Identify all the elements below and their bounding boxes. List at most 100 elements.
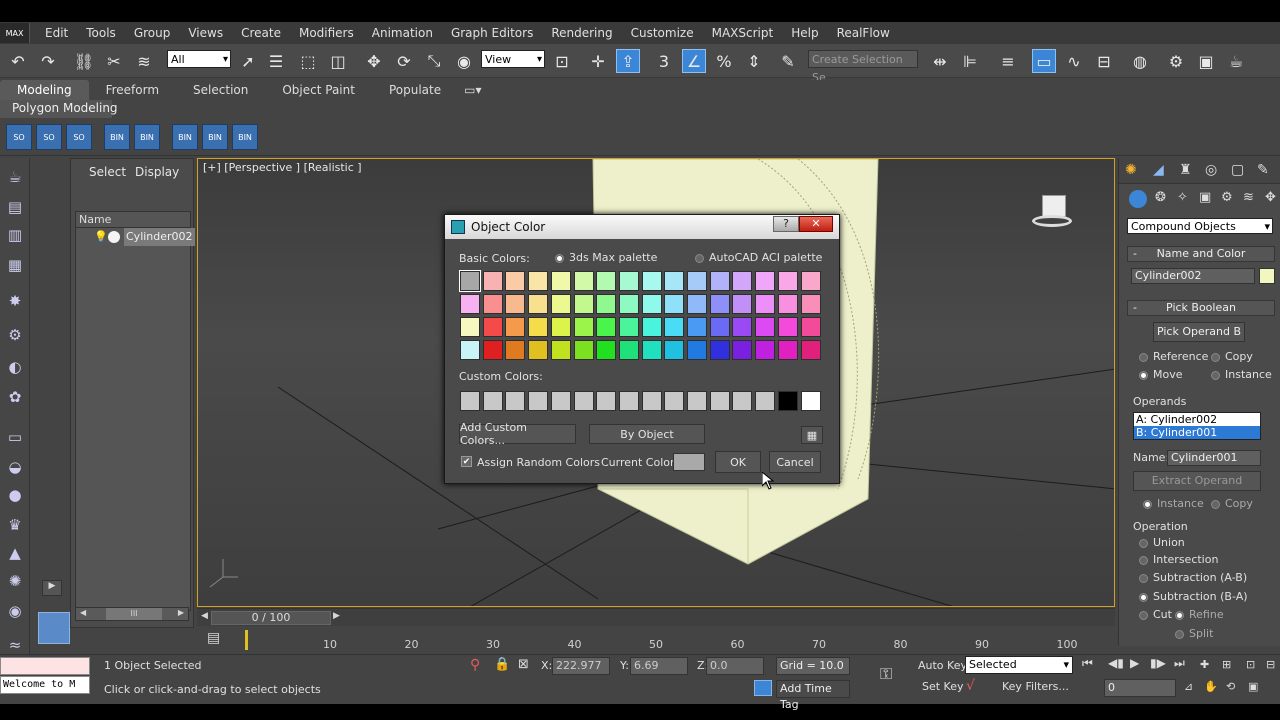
- basic-color-swatch[interactable]: [755, 294, 776, 314]
- basic-color-swatch[interactable]: [528, 271, 549, 291]
- selection-filter-select[interactable]: All: [167, 50, 231, 69]
- spinner-snap-icon[interactable]: ⇕: [742, 49, 766, 73]
- basic-color-swatch[interactable]: [528, 340, 549, 360]
- absolute-mode-icon[interactable]: ⊠: [518, 657, 529, 672]
- copy-radio[interactable]: Copy: [1211, 350, 1253, 363]
- ribbon-tool-icon[interactable]: SO: [66, 124, 92, 150]
- rendered-frame-icon[interactable]: ▣: [1194, 49, 1218, 73]
- time-tag-icon[interactable]: [754, 680, 772, 696]
- basic-color-swatch[interactable]: [777, 294, 798, 314]
- cancel-button[interactable]: Cancel: [769, 451, 821, 473]
- custom-color-swatch[interactable]: [641, 391, 662, 411]
- menu-rendering[interactable]: Rendering: [542, 22, 621, 44]
- cameras-icon[interactable]: ▣: [1199, 190, 1211, 205]
- tool-icon[interactable]: ⚙: [4, 324, 26, 346]
- custom-color-swatch[interactable]: [505, 391, 526, 411]
- custom-color-swatch[interactable]: [550, 391, 571, 411]
- auto-key-button[interactable]: Auto Key: [918, 659, 967, 672]
- mirror-icon[interactable]: ⇹: [928, 49, 952, 73]
- basic-color-swatch[interactable]: [550, 294, 571, 314]
- tool-icon[interactable]: ♛: [4, 514, 26, 536]
- orbit-icon[interactable]: ⟲: [1226, 680, 1235, 693]
- move-radio[interactable]: Move: [1139, 368, 1183, 381]
- menu-create[interactable]: Create: [232, 22, 290, 44]
- shapes-icon[interactable]: ❂: [1155, 190, 1166, 205]
- menu-animation[interactable]: Animation: [363, 22, 442, 44]
- basic-color-swatch[interactable]: [573, 340, 594, 360]
- add-time-tag-button[interactable]: Add Time Tag: [776, 680, 850, 711]
- key-selection-set-select[interactable]: Selected: [965, 656, 1073, 674]
- zoom-extents-all-icon[interactable]: ⊟: [1266, 658, 1275, 671]
- basic-color-swatch[interactable]: [664, 294, 685, 314]
- tool-icon[interactable]: ✿: [4, 386, 26, 408]
- go-to-end-icon[interactable]: ⏭: [1174, 656, 1185, 671]
- scroll-right-icon[interactable]: ▶: [178, 608, 184, 617]
- select-by-name-icon[interactable]: ☰: [264, 49, 288, 73]
- sun-icon[interactable]: ✺: [4, 570, 26, 592]
- basic-color-swatch[interactable]: [482, 340, 503, 360]
- current-color-swatch[interactable]: [673, 453, 705, 471]
- basic-color-swatch[interactable]: [641, 340, 662, 360]
- tool-icon[interactable]: ◒: [4, 456, 26, 478]
- object-category-select[interactable]: Compound Objects: [1127, 218, 1273, 235]
- play-icon[interactable]: ▶: [1130, 656, 1139, 670]
- link-icon[interactable]: ⛓: [72, 49, 96, 73]
- basic-color-swatch[interactable]: [777, 317, 798, 337]
- fov-icon[interactable]: ⊿: [1184, 680, 1193, 693]
- key-mode-icon[interactable]: ⚿: [880, 664, 892, 684]
- display-tab-icon[interactable]: ▢: [1231, 162, 1244, 178]
- ribbon-tool-icon[interactable]: BIN: [172, 124, 198, 150]
- basic-color-swatch[interactable]: [482, 317, 503, 337]
- custom-color-swatch[interactable]: [709, 391, 730, 411]
- sphere-icon[interactable]: ●: [4, 484, 26, 506]
- tab-object-paint[interactable]: Object Paint: [265, 80, 372, 100]
- pivot-center-icon[interactable]: ⊡: [550, 49, 574, 73]
- basic-color-swatch[interactable]: [664, 317, 685, 337]
- menu-customize[interactable]: Customize: [622, 22, 703, 44]
- viewcube[interactable]: [1032, 189, 1072, 229]
- move-icon[interactable]: ✥: [362, 49, 386, 73]
- dialog-help-button[interactable]: ?: [773, 216, 799, 232]
- custom-color-swatch[interactable]: [777, 391, 798, 411]
- menu-help[interactable]: Help: [782, 22, 827, 44]
- add-custom-colors-button[interactable]: Add Custom Colors...: [459, 421, 576, 447]
- snaps-toggle-icon[interactable]: 3: [652, 49, 676, 73]
- basic-color-swatch[interactable]: [687, 340, 707, 360]
- menu-views[interactable]: Views: [179, 22, 232, 44]
- basic-color-swatch[interactable]: [687, 271, 707, 291]
- ribbon-panel-label[interactable]: Polygon Modeling: [12, 101, 118, 115]
- light-bulb-icon[interactable]: 💡: [94, 228, 108, 246]
- menu-tools[interactable]: Tools: [77, 22, 125, 44]
- menu-group[interactable]: Group: [125, 22, 180, 44]
- basic-color-swatch[interactable]: [618, 317, 639, 337]
- basic-color-swatch[interactable]: [460, 340, 480, 360]
- custom-color-swatch[interactable]: [460, 391, 480, 411]
- instance-radio[interactable]: Instance: [1211, 368, 1272, 381]
- extract-operand-button[interactable]: Extract Operand: [1133, 471, 1261, 491]
- basic-color-swatch[interactable]: [618, 271, 639, 291]
- ribbon-tool-icon[interactable]: SO: [36, 124, 62, 150]
- basic-color-swatch[interactable]: [777, 340, 798, 360]
- cut-radio[interactable]: Cut: [1139, 608, 1172, 621]
- basic-color-swatch[interactable]: [732, 317, 753, 337]
- basic-color-swatch[interactable]: [709, 271, 730, 291]
- app-logo[interactable]: MAX: [0, 23, 30, 43]
- by-object-button[interactable]: By Object: [589, 424, 705, 444]
- operand-name-field[interactable]: Cylinder001: [1167, 450, 1261, 466]
- basic-color-swatch[interactable]: [550, 317, 571, 337]
- track-bar[interactable]: ▤ 10 20 30 40 50 60 70 80 90 100: [197, 626, 1115, 654]
- palette-3dsmax-radio[interactable]: 3ds Max palette: [555, 251, 657, 264]
- key-filters-button[interactable]: Key Filters...: [1002, 680, 1069, 693]
- custom-color-swatch[interactable]: [482, 391, 503, 411]
- undo-icon[interactable]: ↶: [6, 49, 30, 73]
- utilities-tab-icon[interactable]: ✎: [1257, 162, 1269, 178]
- zoom-icon[interactable]: ✚: [1200, 658, 1209, 671]
- refine-radio[interactable]: Refine: [1175, 608, 1224, 621]
- ok-button[interactable]: OK: [715, 451, 761, 473]
- basic-color-swatch[interactable]: [596, 294, 617, 314]
- render-production-icon[interactable]: ☕: [1224, 49, 1248, 73]
- operand-a-item[interactable]: A: Cylinder002: [1134, 413, 1260, 426]
- assign-random-checkbox[interactable]: ✔: [461, 456, 472, 467]
- tool-icon[interactable]: ▭: [4, 426, 26, 448]
- basic-color-swatch[interactable]: [709, 340, 730, 360]
